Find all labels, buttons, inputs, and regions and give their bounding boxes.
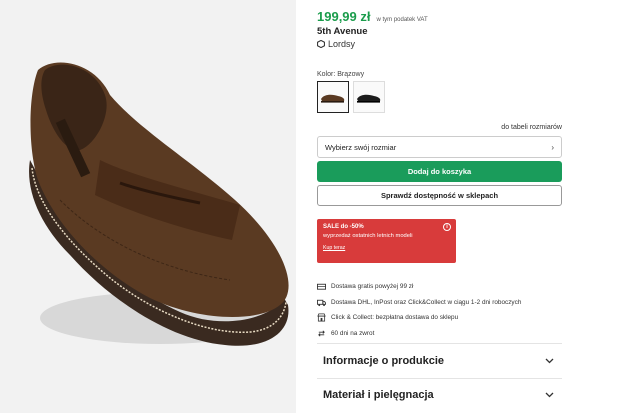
brand-name[interactable]: 5th Avenue — [317, 26, 368, 37]
van-icon — [317, 284, 326, 290]
size-select-label: Wybierz swój rozmiar — [325, 142, 397, 152]
sale-subtitle: wyprzedaż ostatnich letnich modeli — [323, 233, 413, 239]
swatch-black[interactable] — [353, 81, 385, 113]
delivery-row-carriers: Dostawa DHL, InPost oraz Click&Collect w… — [317, 295, 521, 311]
delivery-row-click-collect: Click & Collect: bezpłatna dostawa do sk… — [317, 310, 521, 326]
delivery-row-returns: 60 dni na zwrot — [317, 326, 521, 342]
delivery-text: Dostawa DHL, InPost oraz Click&Collect w… — [331, 298, 522, 306]
sale-banner[interactable]: SALE do -50% wyprzedaż ostatnich letnich… — [317, 219, 456, 263]
add-to-cart-button[interactable]: Dodaj do koszyka — [317, 161, 562, 182]
accordion-label: Informacje o produkcie — [323, 354, 445, 367]
size-select[interactable]: Wybierz swój rozmiar › — [317, 136, 562, 158]
chevron-down-icon — [545, 358, 554, 363]
product-info-panel: 199,99 zł w tym podatek VAT 5th Avenue L… — [317, 0, 562, 413]
loafer-shoe-illustration — [0, 0, 296, 413]
accordion-label: Materiał i pielęgnacja — [323, 388, 434, 401]
info-icon[interactable]: i — [443, 223, 451, 231]
seller[interactable]: Lordsy — [317, 39, 355, 49]
color-label: Kolor: Brązowy — [317, 71, 365, 78]
delivery-text: 60 dni na zwrot — [331, 329, 375, 337]
swatch-brown[interactable] — [317, 81, 349, 113]
product-image[interactable] — [0, 0, 296, 413]
price: 199,99 zł — [317, 9, 371, 24]
delivery-row-free: Dostawa gratis powyżej 99 zł — [317, 279, 521, 295]
brown-loafer-thumbnail — [321, 94, 345, 103]
vat-note: w tym podatek VAT — [376, 17, 428, 23]
delivery-text: Dostawa gratis powyżej 99 zł — [331, 283, 414, 291]
seller-name: Lordsy — [328, 39, 356, 49]
chevron-down-icon — [545, 392, 554, 397]
black-loafer-thumbnail — [357, 94, 381, 103]
size-table-link[interactable]: do tabeli rozmiarów — [501, 124, 562, 131]
accordion-product-info[interactable]: Informacje o produkcie — [317, 343, 562, 377]
accordion-material-care[interactable]: Materiał i pielęgnacja — [317, 378, 562, 410]
sale-link[interactable]: Kup teraz — [323, 245, 450, 251]
color-swatches — [317, 81, 385, 113]
check-store-availability-button[interactable]: Sprawdź dostępność w sklepach — [317, 185, 562, 206]
delivery-info-list: Dostawa gratis powyżej 99 zł Dostawa DHL… — [317, 279, 521, 341]
truck-icon — [317, 299, 326, 306]
chevron-right-icon: › — [551, 142, 554, 152]
price-row: 199,99 zł w tym podatek VAT — [317, 9, 428, 24]
delivery-text: Click & Collect: bezpłatna dostawa do sk… — [331, 314, 459, 322]
sale-title: SALE do -50% — [323, 224, 364, 230]
hexagon-icon — [317, 40, 325, 48]
store-icon — [317, 313, 326, 322]
return-icon — [318, 330, 325, 337]
